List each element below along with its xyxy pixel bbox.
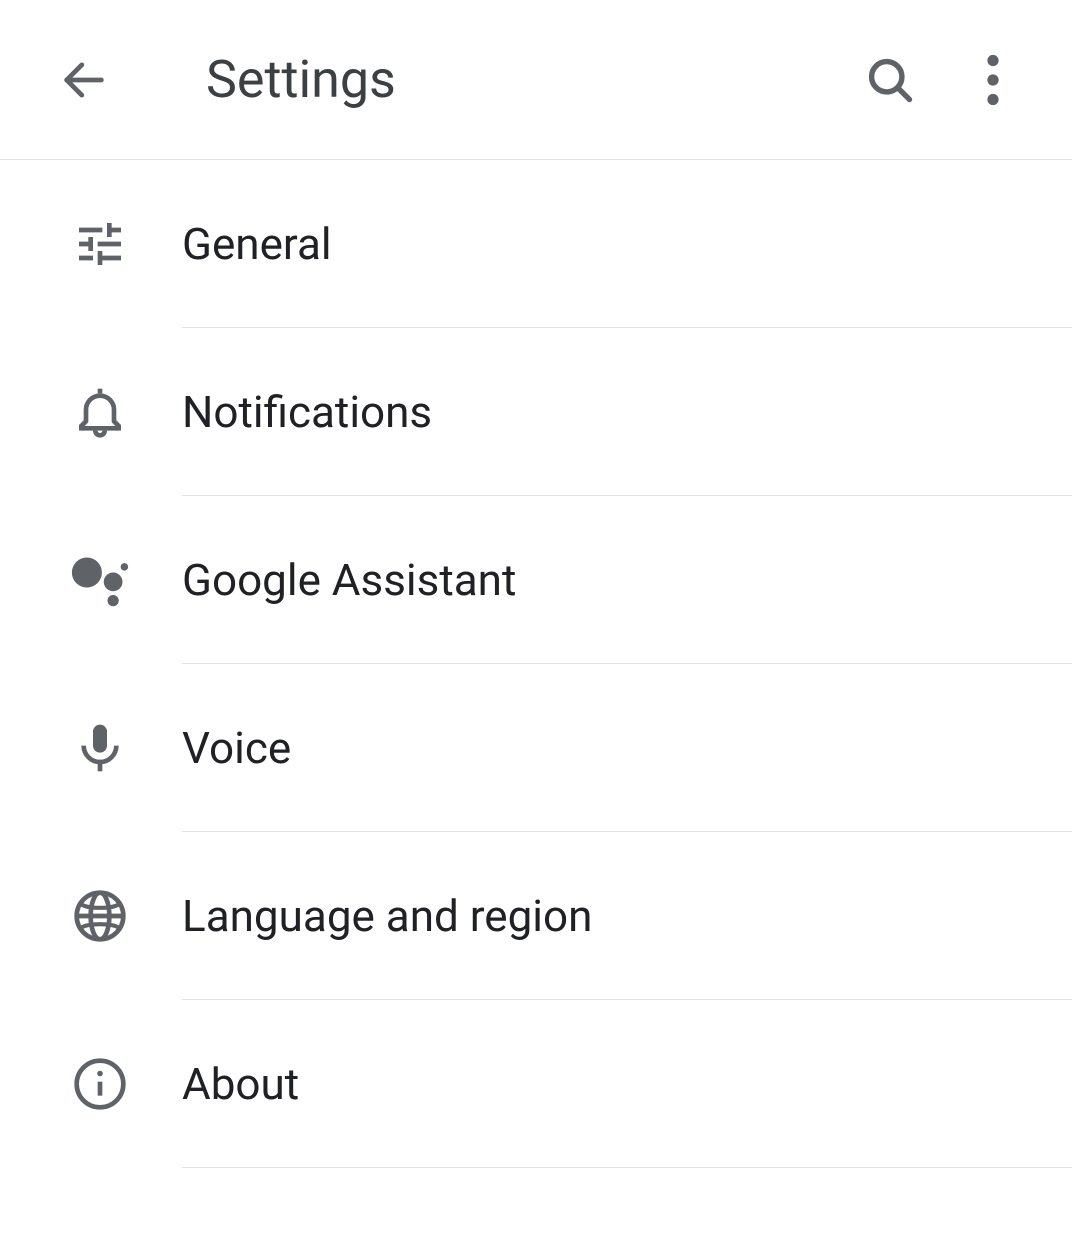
search-icon (864, 54, 916, 106)
info-icon (70, 1054, 130, 1114)
list-item-label: Voice (182, 722, 1072, 774)
list-item-google-assistant[interactable]: Google Assistant (0, 496, 1072, 663)
arrow-back-icon (58, 54, 110, 106)
divider (182, 1167, 1072, 1168)
assistant-icon (70, 550, 130, 610)
list-item-notifications[interactable]: Notifications (0, 328, 1072, 495)
settings-list: General Notifications Google Assistant (0, 160, 1072, 1168)
list-item-voice[interactable]: Voice (0, 664, 1072, 831)
toolbar-actions (864, 54, 1000, 106)
page-title: Settings (206, 49, 864, 110)
globe-icon (70, 886, 130, 946)
mic-icon (70, 718, 130, 778)
list-item-label: About (182, 1058, 1072, 1110)
toolbar: Settings (0, 0, 1072, 160)
list-item-general[interactable]: General (0, 160, 1072, 327)
bell-icon (70, 382, 130, 442)
list-item-label: General (182, 218, 1072, 270)
more-vert-icon (986, 54, 1000, 106)
list-item-label: Google Assistant (182, 554, 1072, 606)
back-button[interactable] (52, 48, 116, 112)
list-item-label: Notifications (182, 386, 1072, 438)
list-item-label: Language and region (182, 890, 1072, 942)
list-item-language-region[interactable]: Language and region (0, 832, 1072, 999)
list-item-about[interactable]: About (0, 1000, 1072, 1167)
overflow-menu-button[interactable] (986, 54, 1000, 106)
search-button[interactable] (864, 54, 916, 106)
tune-icon (70, 214, 130, 274)
